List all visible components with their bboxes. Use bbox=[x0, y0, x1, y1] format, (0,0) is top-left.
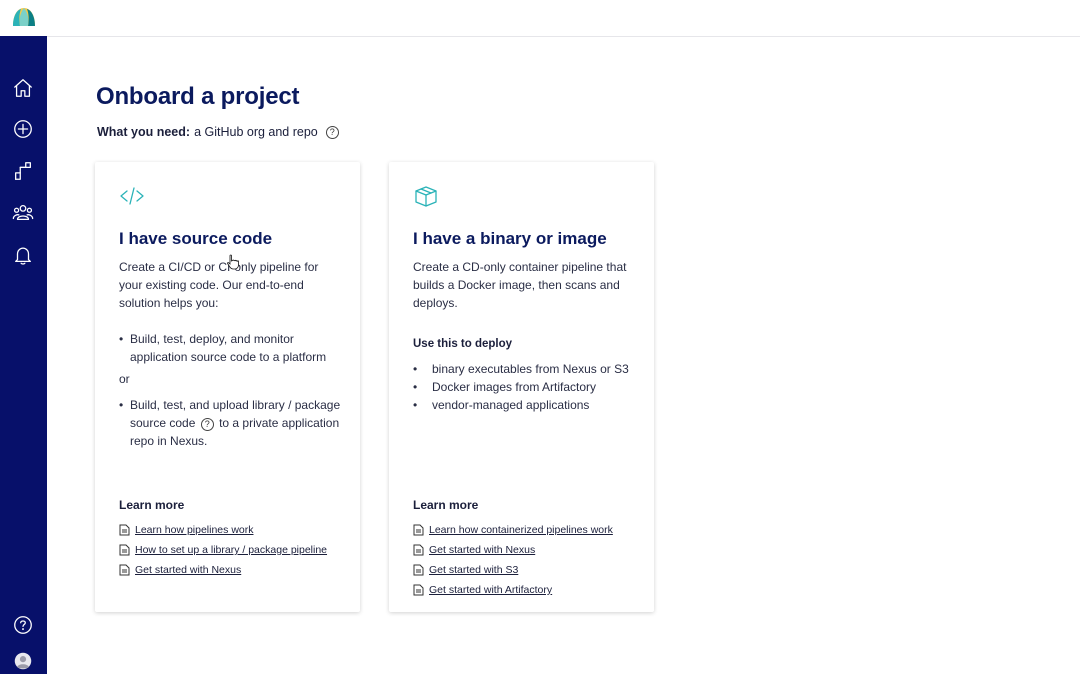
learn-link[interactable]: Learn how pipelines work bbox=[119, 520, 327, 540]
app-logo-icon[interactable] bbox=[10, 4, 38, 32]
learn-more-heading: Learn more bbox=[119, 498, 185, 512]
deploy-list: binary executables from Nexus or S3 Dock… bbox=[413, 360, 638, 414]
document-icon bbox=[119, 524, 130, 536]
help-circle-icon[interactable]: ? bbox=[325, 125, 339, 139]
list-item: Build, test, and upload library / packag… bbox=[119, 396, 344, 450]
bullet-list: Build, test, and upload library / packag… bbox=[119, 396, 344, 450]
avatar-icon[interactable] bbox=[11, 649, 35, 673]
list-item: Build, test, deploy, and monitor applica… bbox=[119, 330, 344, 366]
bell-icon[interactable] bbox=[11, 243, 35, 267]
list-item: vendor-managed applications bbox=[413, 396, 638, 414]
add-circle-icon[interactable] bbox=[11, 117, 35, 141]
card-description: Create a CD-only container pipeline that… bbox=[413, 260, 627, 310]
binary-image-card[interactable]: I have a binary or image Create a CD-onl… bbox=[389, 162, 654, 612]
bullet-list: Build, test, deploy, and monitor applica… bbox=[119, 330, 344, 366]
sidebar bbox=[0, 36, 47, 674]
document-icon bbox=[119, 544, 130, 556]
learn-link[interactable]: Get started with Artifactory bbox=[413, 580, 613, 600]
hand-cursor-icon bbox=[227, 254, 239, 270]
learn-more-links: Learn how pipelines work How to set up a… bbox=[119, 520, 327, 580]
card-title: I have source code bbox=[119, 229, 273, 248]
requirements-text: a GitHub org and repo bbox=[194, 125, 318, 139]
learn-more-links: Learn how containerized pipelines work G… bbox=[413, 520, 613, 600]
code-icon bbox=[119, 184, 145, 208]
learn-more-heading: Learn more bbox=[413, 498, 479, 512]
learn-link[interactable]: Get started with S3 bbox=[413, 560, 613, 580]
box-icon bbox=[413, 184, 439, 208]
source-code-card[interactable]: I have source code Create a CI/CD or CI-… bbox=[95, 162, 360, 612]
learn-link[interactable]: Get started with Nexus bbox=[413, 540, 613, 560]
page-title: Onboard a project bbox=[96, 83, 300, 110]
document-icon bbox=[413, 544, 424, 556]
pipeline-icon[interactable] bbox=[11, 159, 35, 183]
document-icon bbox=[413, 524, 424, 536]
help-circle-icon[interactable]: ? bbox=[200, 417, 214, 431]
logo-area bbox=[0, 0, 47, 36]
home-icon[interactable] bbox=[11, 76, 35, 100]
document-icon bbox=[413, 564, 424, 576]
requirements-line: What you need: a GitHub org and repo ? bbox=[97, 125, 339, 139]
learn-link[interactable]: Learn how containerized pipelines work bbox=[413, 520, 613, 540]
requirements-label: What you need: bbox=[97, 125, 191, 139]
deploy-heading: Use this to deploy bbox=[413, 338, 513, 350]
card-title: I have a binary or image bbox=[413, 229, 607, 248]
list-item: binary executables from Nexus or S3 bbox=[413, 360, 638, 378]
learn-link[interactable]: How to set up a library / package pipeli… bbox=[119, 540, 327, 560]
team-icon[interactable] bbox=[11, 201, 35, 225]
help-icon[interactable] bbox=[11, 613, 35, 637]
document-icon bbox=[413, 584, 424, 596]
or-separator: or bbox=[119, 372, 130, 386]
learn-link[interactable]: Get started with Nexus bbox=[119, 560, 327, 580]
list-item: Docker images from Artifactory bbox=[413, 378, 638, 396]
document-icon bbox=[119, 564, 130, 576]
